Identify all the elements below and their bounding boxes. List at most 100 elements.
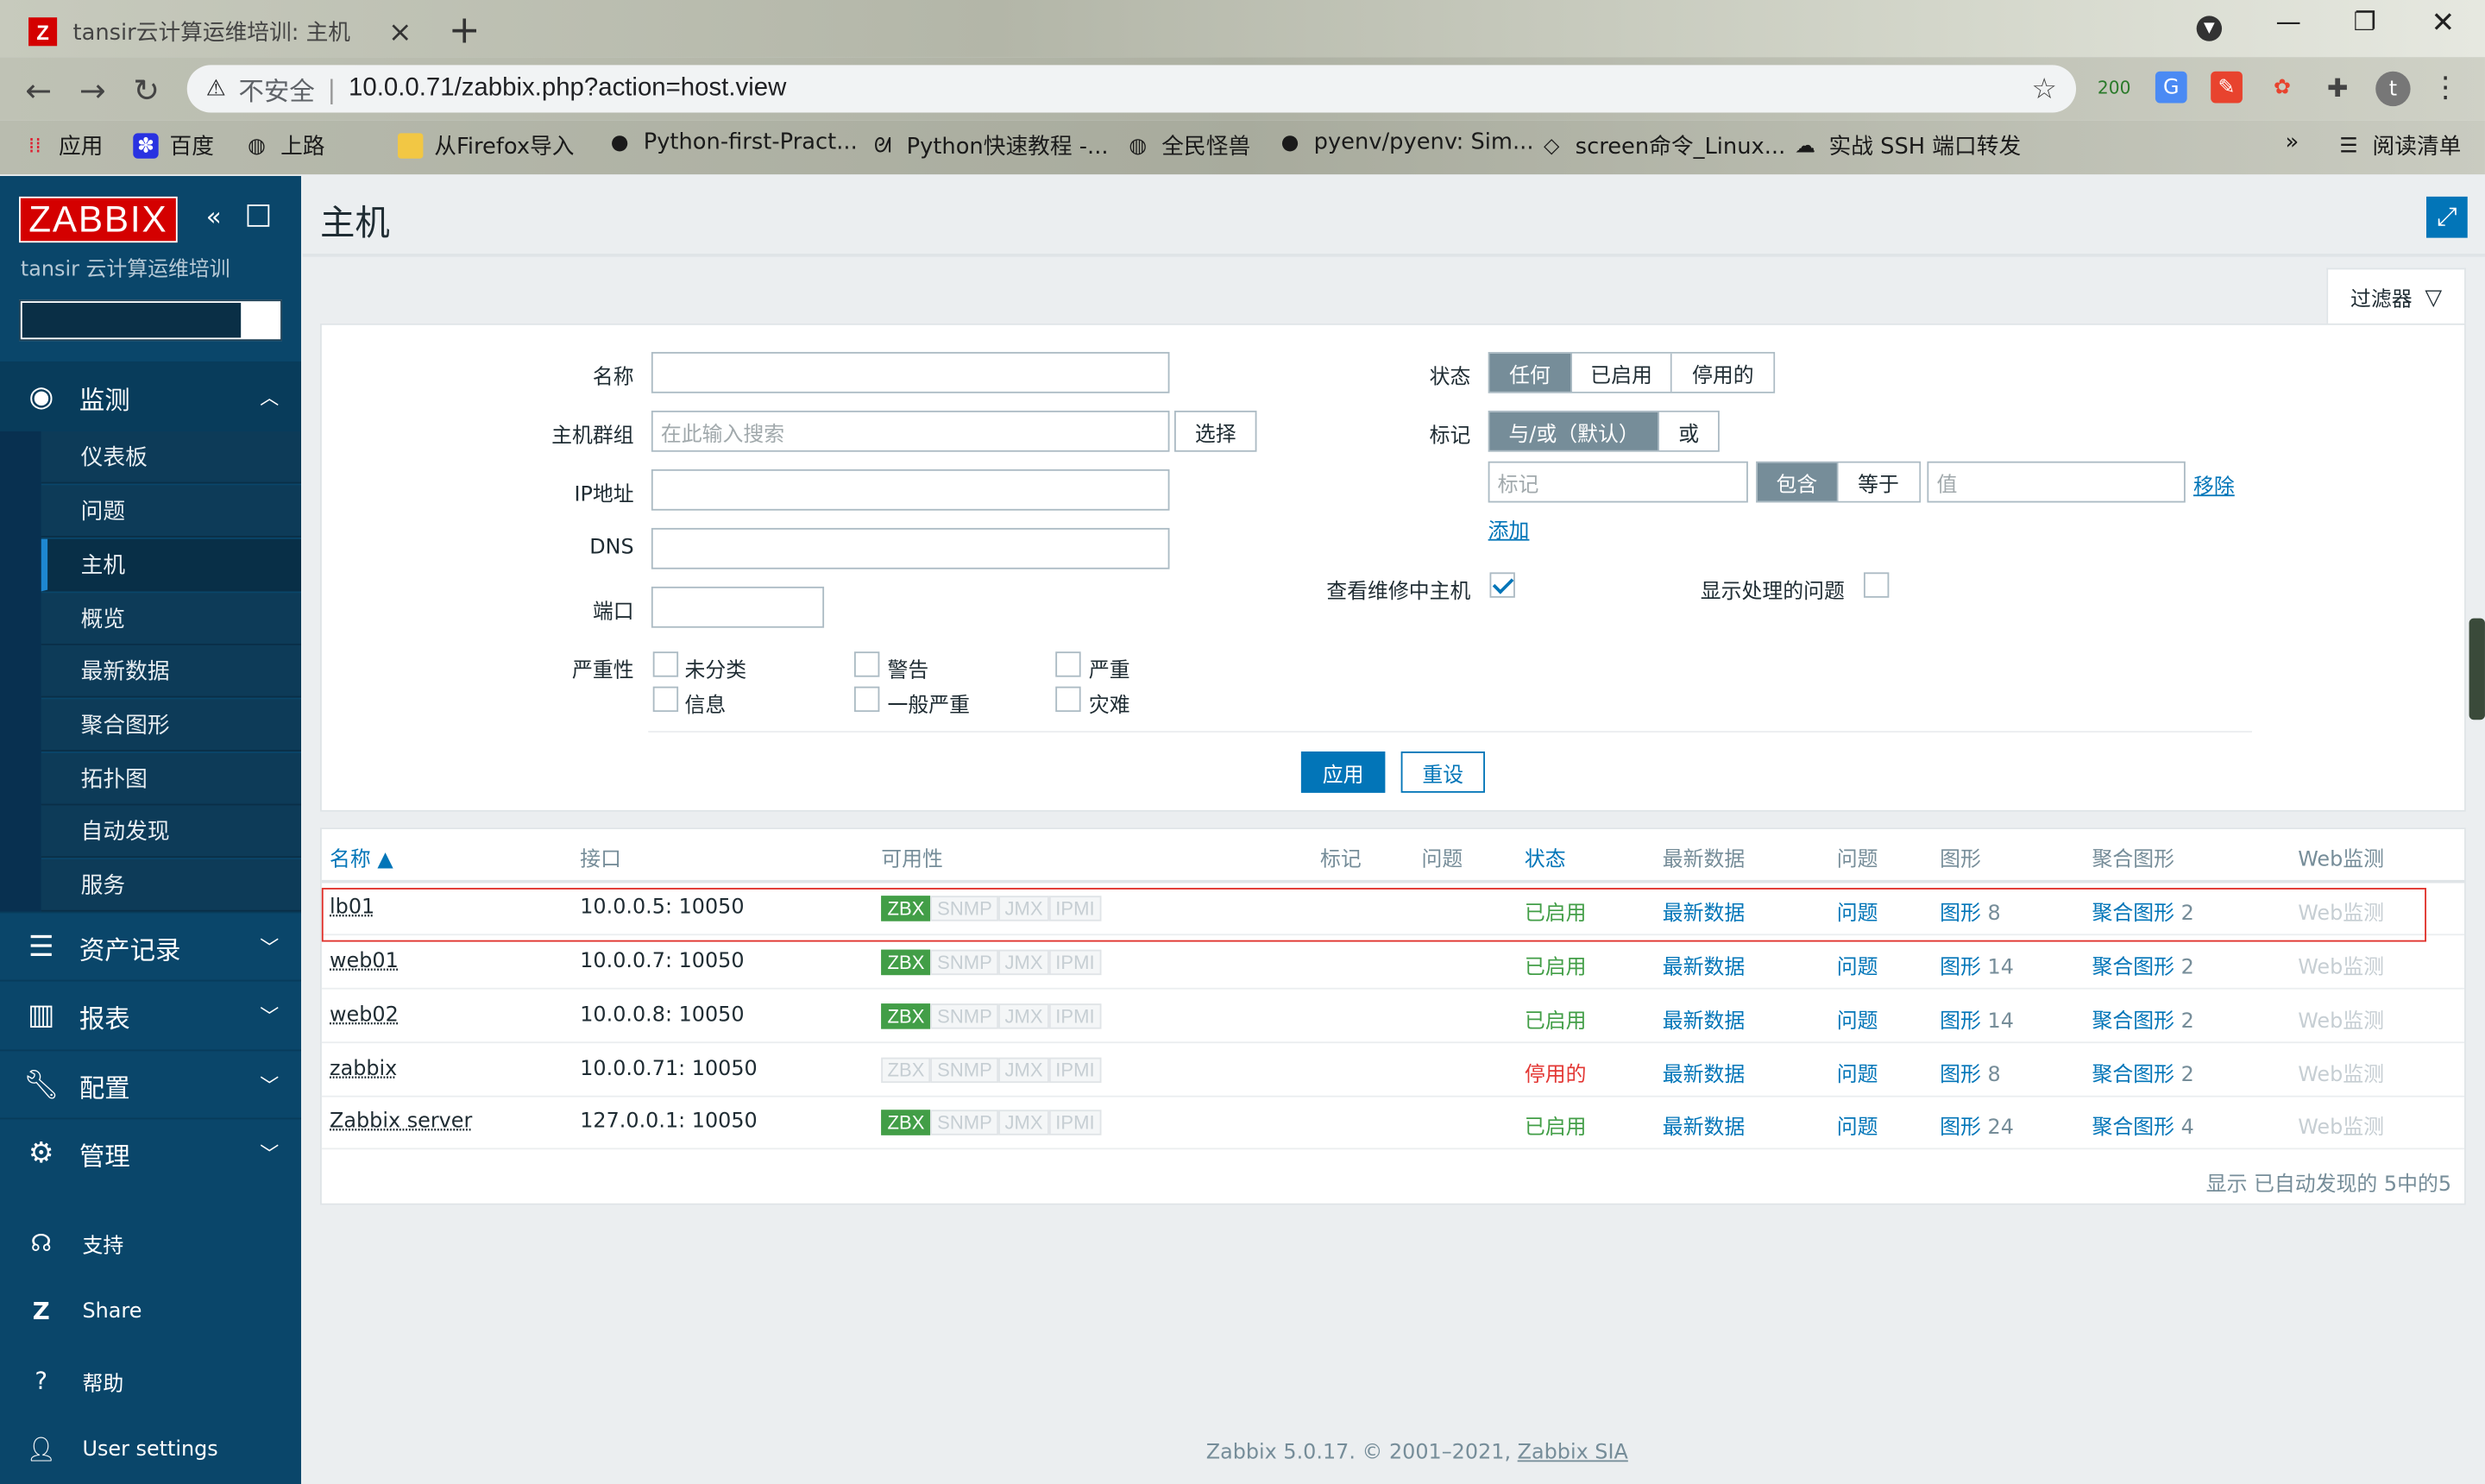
bookmark-item[interactable]: ◍ 全民怪兽	[1125, 130, 1250, 162]
bookmark-item[interactable]: ⁞⁞ 应用	[22, 130, 104, 162]
apply-button[interactable]: 应用	[1300, 751, 1386, 793]
menu-reports[interactable]: ▥ 报表 ﹀	[0, 979, 301, 1050]
latest-data-link[interactable]: 最新数据	[1663, 1110, 1746, 1141]
sidebar-item-screens[interactable]: 聚合图形	[41, 699, 301, 752]
host-status[interactable]: 已启用	[1525, 1110, 1587, 1141]
sidebar-item-hosts[interactable]: 主机	[41, 538, 301, 592]
sidebar-item-maps[interactable]: 拓扑图	[41, 752, 301, 806]
sidebar-item-dashboard[interactable]: 仪表板	[41, 431, 301, 484]
severity-checkbox[interactable]	[853, 651, 880, 677]
screens-link[interactable]: 聚合图形 2	[2092, 1003, 2193, 1034]
zabbix-logo[interactable]: ZABBIX	[19, 196, 178, 243]
name-input[interactable]	[651, 351, 1170, 393]
sidebar-item-services[interactable]: 服务	[41, 858, 301, 912]
bookmark-item[interactable]: 从Firefox导入	[398, 130, 575, 162]
reload-icon[interactable]: ↻	[133, 72, 160, 110]
tag-op-contains[interactable]: 包含	[1757, 462, 1838, 501]
tag-mode-or[interactable]: 或	[1659, 412, 1718, 450]
sidebar-item-discovery[interactable]: 自动发现	[41, 805, 301, 858]
bookmarks-overflow[interactable]: »	[2286, 130, 2299, 155]
severity-checkbox[interactable]	[853, 686, 880, 713]
menu-support[interactable]: ☊ 支持	[0, 1208, 301, 1278]
host-status[interactable]: 停用的	[1525, 1058, 1587, 1088]
host-name-link[interactable]: zabbix	[330, 1058, 397, 1082]
status-disabled[interactable]: 停用的	[1672, 353, 1774, 392]
status-any[interactable]: 任何	[1489, 353, 1572, 392]
ext-badge[interactable]: 200	[2095, 72, 2133, 104]
add-tag-link[interactable]: 添加	[1488, 513, 1530, 544]
menu-inventory[interactable]: ☰ 资产记录 ﹀	[0, 911, 301, 982]
severity-checkbox[interactable]	[1055, 651, 1081, 677]
bookmark-item[interactable]: ● pyenv/pyenv: Sim...	[1277, 130, 1534, 155]
restore-icon[interactable]: ❐	[2353, 6, 2375, 36]
browser-tab[interactable]: Z tansir云计算运维培训: 主机 ×	[13, 6, 428, 57]
reading-list[interactable]: ☰ 阅读清单	[2336, 130, 2461, 162]
graphs-link[interactable]: 图形 24	[1940, 1110, 2014, 1141]
latest-data-link[interactable]: 最新数据	[1663, 1058, 1746, 1088]
avatar[interactable]: t	[2375, 71, 2411, 107]
screens-link[interactable]: 聚合图形 2	[2092, 950, 2193, 980]
host-status[interactable]: 已启用	[1525, 1003, 1587, 1034]
extension-icon[interactable]: ✎	[2211, 71, 2243, 104]
menu-monitoring[interactable]: ◉ 监测 ︿	[0, 361, 301, 431]
maintenance-checkbox[interactable]	[1489, 572, 1515, 598]
search-icon[interactable]: ⚲	[248, 307, 273, 332]
fullscreen-icon[interactable]: ⤢	[2425, 196, 2468, 238]
graphs-link[interactable]: 图形 14	[1940, 950, 2014, 980]
problems-link[interactable]: 问题	[1837, 1110, 1878, 1141]
screens-link[interactable]: 聚合图形 2	[2092, 1058, 2193, 1088]
reset-button[interactable]: 重设	[1400, 751, 1485, 793]
remove-tag-link[interactable]: 移除	[2193, 469, 2235, 500]
host-status[interactable]: 已启用	[1525, 950, 1587, 980]
sidebar-search-field[interactable]	[22, 302, 242, 338]
menu-dots-icon[interactable]: ⋮	[2430, 71, 2462, 104]
menu-administration[interactable]: ⚙ 管理 ﹀	[0, 1117, 301, 1188]
filter-tab[interactable]: 过滤器 ▽	[2326, 267, 2466, 325]
bookmark-item[interactable]: ✽ 百度	[133, 130, 214, 162]
zabbix-sia-link[interactable]: Zabbix SIA	[1518, 1441, 1628, 1465]
problems-link[interactable]: 问题	[1837, 950, 1878, 980]
menu-configuration[interactable]: 🔧︎ 配置 ﹀	[0, 1049, 301, 1119]
tag-op-equals[interactable]: 等于	[1837, 462, 1920, 501]
new-tab-icon[interactable]: +	[449, 8, 481, 52]
ip-input[interactable]	[651, 468, 1170, 511]
severity-checkbox[interactable]	[652, 651, 679, 677]
problems-link[interactable]: 问题	[1837, 1058, 1878, 1088]
bookmark-item[interactable]: ᘛ Python快速教程 -...	[870, 130, 1109, 162]
address-bar[interactable]: ⚠ 不安全 | 10.0.0.71/zabbix.php?action=host…	[186, 65, 2077, 113]
dns-input[interactable]	[651, 527, 1170, 569]
severity-checkbox[interactable]	[1055, 686, 1081, 713]
minimize-icon[interactable]: —	[2276, 6, 2301, 36]
close-tab-icon[interactable]: ×	[388, 15, 412, 48]
bookmark-item[interactable]: ● Python-first-Pract...	[607, 130, 858, 155]
severity-checkbox[interactable]	[652, 686, 679, 713]
suppressed-checkbox[interactable]	[1863, 572, 1890, 598]
select-button[interactable]: 选择	[1173, 410, 1257, 452]
status-enabled[interactable]: 已启用	[1571, 353, 1673, 392]
close-window-icon[interactable]: ✕	[2431, 6, 2455, 40]
latest-data-link[interactable]: 最新数据	[1663, 1003, 1746, 1034]
sidebar-item-problems[interactable]: 问题	[41, 485, 301, 538]
problems-link[interactable]: 问题	[1837, 1003, 1878, 1034]
sidebar-item-latest-data[interactable]: 最新数据	[41, 645, 301, 698]
screens-link[interactable]: 聚合图形 4	[2092, 1110, 2193, 1141]
collapse-sidebar-icon[interactable]: «	[206, 201, 222, 231]
tag-mode-andor[interactable]: 与/或（默认）	[1489, 412, 1660, 450]
tag-input[interactable]: 标记	[1488, 461, 1748, 503]
menu-user-settings[interactable]: 👤︎ User settings	[0, 1414, 301, 1484]
col-name[interactable]: 名称 ▲	[330, 842, 393, 872]
tag-value-input[interactable]: 值	[1927, 461, 2186, 503]
col-status[interactable]: 状态	[1525, 842, 1566, 872]
back-icon[interactable]: ←	[25, 72, 52, 110]
host-name-link[interactable]: web02	[330, 1003, 399, 1028]
bookmark-item[interactable]: ◇ screen命令_Linux...	[1538, 130, 1785, 162]
graphs-link[interactable]: 图形 14	[1940, 1003, 2014, 1034]
port-input[interactable]	[651, 586, 825, 628]
bookmark-star-icon[interactable]: ☆	[2031, 72, 2057, 106]
puzzle-icon[interactable]: ✚	[2322, 72, 2354, 104]
host-group-input[interactable]: 在此输入搜索	[651, 410, 1170, 452]
menu-help[interactable]: ? 帮助	[0, 1346, 301, 1416]
graphs-link[interactable]: 图形 8	[1940, 1058, 2001, 1088]
extension-color-icon[interactable]: ✿	[2266, 72, 2298, 104]
sidebar-item-overview[interactable]: 概览	[41, 593, 301, 645]
